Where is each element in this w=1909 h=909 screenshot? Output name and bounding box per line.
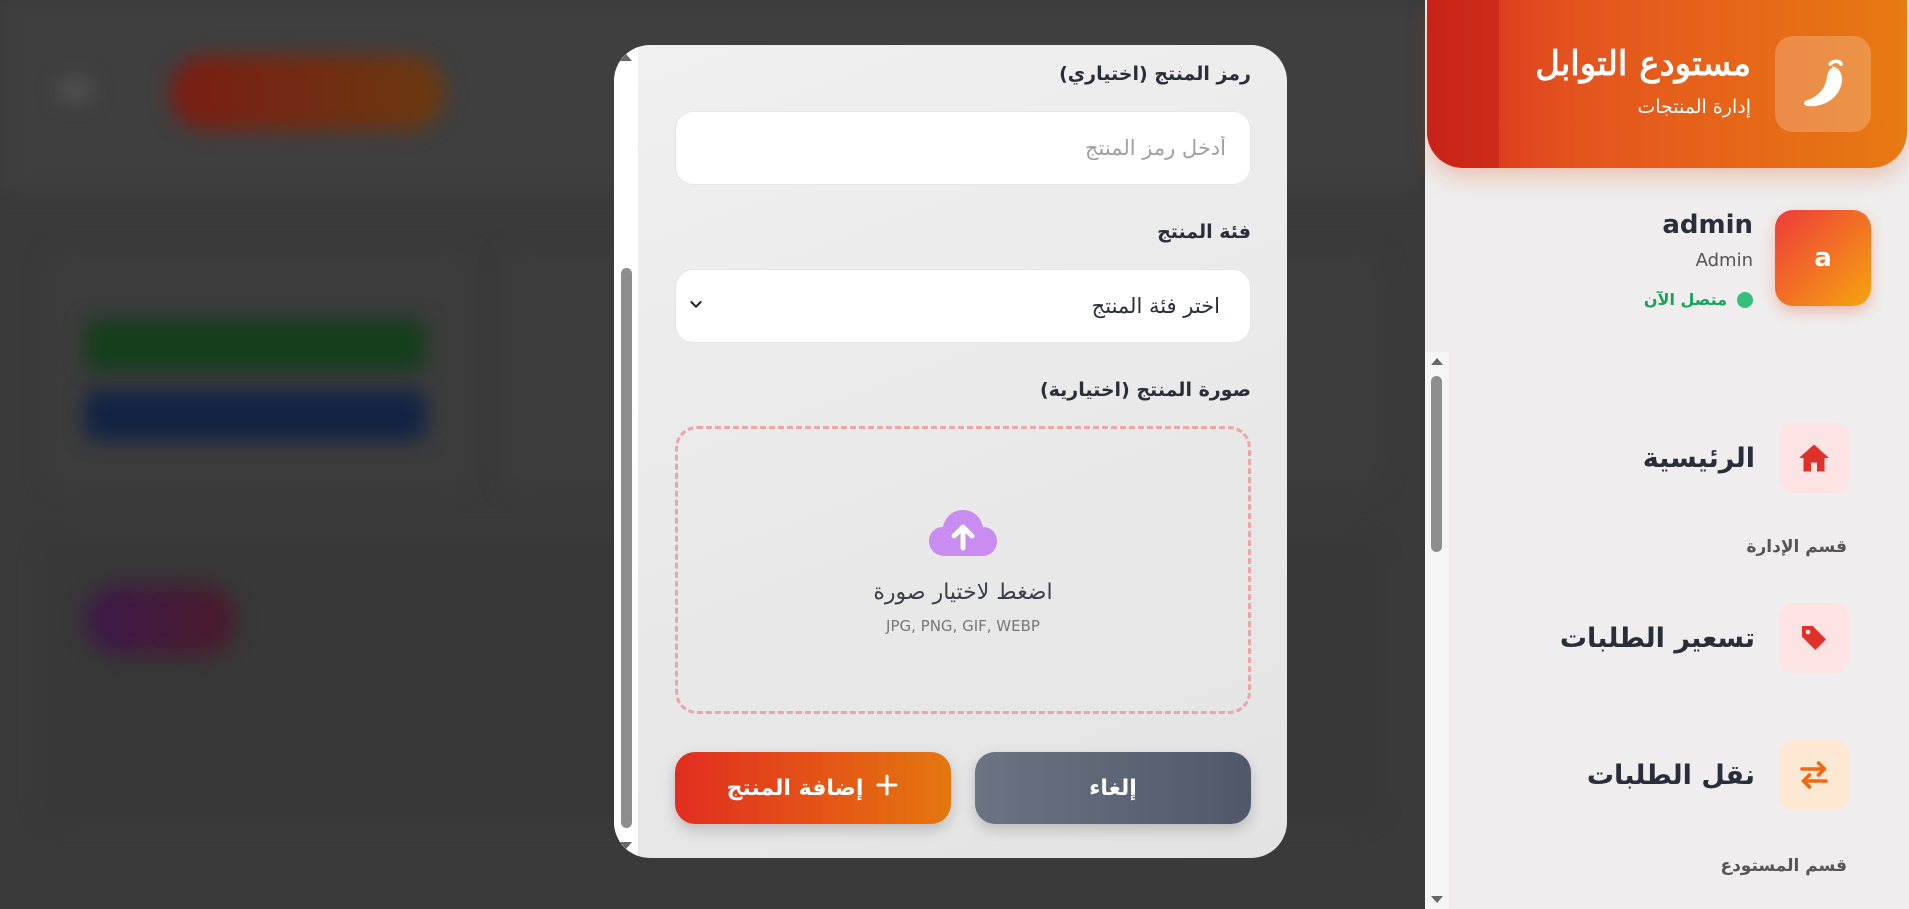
image-upload-dropzone[interactable]: اضغط لاختيار صورة JPG, PNG, GIF, WEBP [675, 426, 1251, 714]
sidebar-item-transfer[interactable]: نقل الطلبات [1449, 735, 1849, 815]
cancel-button-label: إلغاء [1089, 775, 1137, 801]
sidebar-item-label: الرئيسية [1642, 442, 1755, 474]
cloud-upload-icon [927, 506, 999, 566]
status-text: متصل الآن [1643, 290, 1727, 309]
user-role: Admin [1695, 250, 1753, 271]
add-product-modal: رمز المنتج (اختياري) فئة المنتج اختر فئة… [614, 45, 1287, 858]
product-code-input[interactable] [675, 111, 1251, 185]
avatar[interactable]: a [1775, 210, 1871, 306]
product-image-label: صورة المنتج (اختيارية) [1039, 379, 1251, 401]
scroll-down-arrow-icon[interactable] [1431, 896, 1443, 903]
background-purple-button [85, 585, 235, 655]
plus-icon [875, 773, 899, 803]
modal-scrollbar[interactable] [614, 45, 638, 858]
add-product-button-label: إضافة المنتج [726, 775, 864, 801]
brand-header: مستودع التوابل إدارة المنتجات [1427, 0, 1907, 168]
brand-subtitle: إدارة المنتجات [1637, 96, 1751, 118]
category-selected-value: اختر فئة المنتج [1091, 294, 1220, 318]
chevron-down-icon [688, 296, 704, 316]
section-label-warehouse: قسم المستودع [1720, 856, 1847, 876]
chili-pepper-icon [1775, 36, 1871, 132]
background-blue-button [85, 390, 425, 440]
section-label-admin: قسم الإدارة [1746, 537, 1847, 557]
sidebar: مستودع التوابل إدارة المنتجات a admin Ad… [1425, 0, 1909, 909]
user-status: متصل الآن [1644, 290, 1753, 309]
background-header-button [170, 55, 445, 130]
product-category-label: فئة المنتج [1157, 221, 1251, 243]
sidebar-scrollbar[interactable] [1425, 352, 1449, 909]
background-green-button [85, 320, 425, 370]
add-product-button[interactable]: إضافة المنتج [675, 752, 951, 824]
product-category-select[interactable]: اختر فئة المنتج [675, 269, 1251, 343]
sidebar-item-label: تسعير الطلبات [1559, 622, 1755, 654]
scroll-down-arrow-icon[interactable] [620, 842, 632, 849]
scroll-up-arrow-icon[interactable] [620, 54, 632, 61]
user-name: admin [1662, 210, 1753, 240]
sidebar-item-pricing[interactable]: تسعير الطلبات [1449, 598, 1849, 678]
cancel-button[interactable]: إلغاء [975, 752, 1251, 824]
background-menu-icon [60, 80, 90, 100]
price-tag-icon [1779, 603, 1849, 673]
transfer-arrows-icon [1779, 740, 1849, 810]
sidebar-item-home[interactable]: الرئيسية [1449, 418, 1849, 498]
online-status-dot-icon [1737, 291, 1753, 308]
upload-formats: JPG, PNG, GIF, WEBP [886, 616, 1040, 635]
background-card [45, 250, 475, 490]
home-icon [1779, 423, 1849, 493]
scroll-up-arrow-icon[interactable] [1431, 358, 1443, 365]
product-code-label: رمز المنتج (اختياري) [1059, 63, 1251, 85]
scrollbar-thumb[interactable] [1431, 376, 1442, 552]
upload-instruction: اضغط لاختيار صورة [873, 579, 1053, 605]
sidebar-item-label: نقل الطلبات [1586, 759, 1755, 791]
brand-title: مستودع التوابل [1535, 44, 1751, 84]
scrollbar-thumb[interactable] [621, 268, 632, 828]
